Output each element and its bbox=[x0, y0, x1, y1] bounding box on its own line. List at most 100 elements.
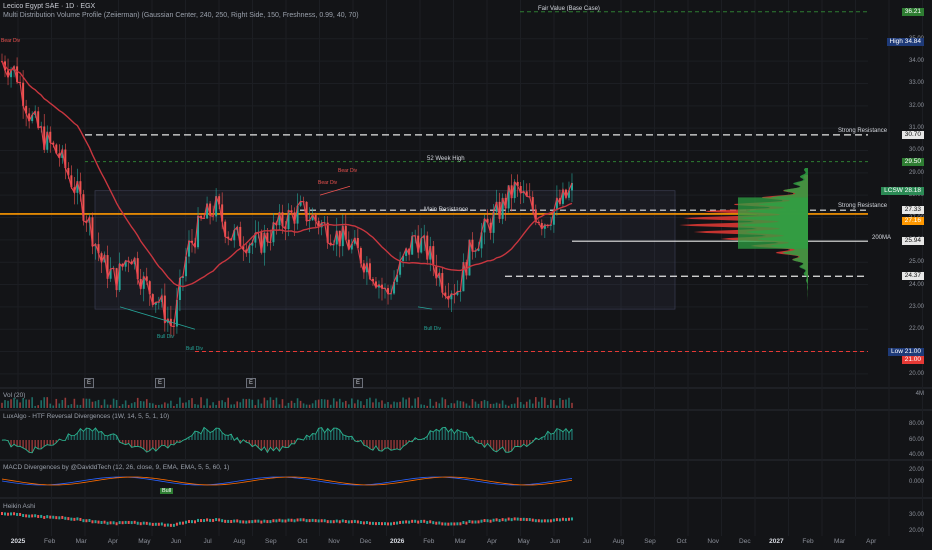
heikin-ashi-candle bbox=[293, 519, 296, 523]
heikin-ashi-candle bbox=[405, 520, 408, 524]
heikin-ashi-candle bbox=[441, 522, 444, 526]
volume-bar bbox=[136, 397, 139, 408]
heikin-ashi-candle bbox=[411, 519, 414, 523]
volume-bar bbox=[82, 398, 85, 408]
volume-bar bbox=[311, 403, 314, 408]
volume-bar bbox=[124, 400, 127, 408]
volume-bar bbox=[396, 402, 398, 408]
heikin-ashi-candle bbox=[338, 520, 341, 524]
earnings-marker[interactable]: E bbox=[155, 378, 165, 388]
heikin-ashi-candle bbox=[323, 519, 326, 523]
heikin-ashi-candle bbox=[148, 522, 151, 526]
volume-bar bbox=[568, 397, 570, 408]
high-tag: High 34.84 bbox=[886, 38, 924, 47]
volume-bar bbox=[299, 400, 302, 408]
volume-bar bbox=[408, 397, 410, 408]
volume-bar bbox=[191, 398, 193, 408]
fair-value-label: Fair Value (Base Case) bbox=[538, 6, 600, 12]
earnings-marker[interactable]: E bbox=[353, 378, 363, 388]
price-axis-label: 32.00 bbox=[908, 102, 924, 109]
time-axis-label: Mar bbox=[75, 538, 87, 545]
volume-bar bbox=[103, 399, 106, 408]
main-resistance-label: Main Resistance bbox=[424, 207, 469, 213]
volume-bar bbox=[40, 400, 43, 408]
heikin-ashi-candle bbox=[341, 519, 344, 523]
heikin-ashi-candle bbox=[510, 518, 513, 522]
volume-bar bbox=[209, 405, 211, 408]
volume-bar bbox=[37, 405, 39, 408]
heikin-ashi-candle bbox=[374, 522, 377, 526]
volume-bar bbox=[345, 400, 347, 408]
heikin-ashi-candle bbox=[365, 521, 368, 525]
heikin-ashi-candle bbox=[221, 519, 224, 523]
bull-div-label: Bull Div bbox=[186, 346, 203, 352]
heikin-ashi-candle bbox=[181, 521, 184, 525]
volume-bar bbox=[501, 400, 504, 408]
volume-bar bbox=[197, 404, 199, 408]
volume-bar bbox=[245, 399, 248, 408]
heikin-ashi-candle bbox=[377, 522, 380, 526]
volume-bar bbox=[142, 401, 145, 408]
heikin-ashi-candle bbox=[570, 517, 573, 521]
volume-bar bbox=[284, 405, 287, 408]
heikin-ashi-candle bbox=[175, 522, 178, 526]
volume-bar bbox=[465, 403, 468, 408]
heikin-ashi-candle bbox=[561, 517, 564, 521]
volume-bar bbox=[348, 404, 350, 408]
price-axis[interactable]: 35.0034.0033.0032.0031.0030.0029.0028.00… bbox=[868, 0, 932, 550]
heikin-ashi-candle bbox=[139, 522, 142, 526]
volume-bar bbox=[278, 404, 281, 408]
week-high-tag: 29.50 bbox=[901, 157, 924, 166]
volume-bar bbox=[73, 398, 76, 408]
time-axis-label: 2025 bbox=[10, 538, 26, 545]
week-high-label: 52 Week High bbox=[427, 156, 465, 162]
volume-bar bbox=[10, 399, 12, 408]
time-axis-label: Oct bbox=[297, 538, 308, 545]
heikin-ashi-candle bbox=[272, 519, 275, 523]
heikin-ashi-candle bbox=[206, 518, 209, 522]
lux-axis-label: 20.00 bbox=[908, 467, 924, 473]
heikin-ashi-candle bbox=[10, 512, 13, 516]
heikin-ashi-candle bbox=[477, 520, 480, 524]
volume-bar bbox=[109, 404, 112, 408]
volume-bar bbox=[206, 398, 208, 408]
ma200-tag: 25.94 bbox=[901, 237, 924, 246]
volume-bar bbox=[25, 399, 27, 408]
heikin-ashi-candle bbox=[302, 518, 305, 522]
volume-bar bbox=[55, 398, 58, 408]
volume-bar bbox=[498, 403, 501, 408]
volume-bar bbox=[254, 405, 257, 408]
heikin-ashi-candle bbox=[127, 520, 130, 524]
volume-bar bbox=[483, 399, 486, 408]
macd-axis-label: 0.000 bbox=[908, 479, 924, 485]
heikin-ashi-candle bbox=[504, 518, 507, 522]
lux-axis-label: 80.00 bbox=[908, 421, 924, 427]
volume-bar bbox=[314, 400, 317, 408]
heikin-ashi-candle bbox=[519, 517, 522, 521]
volume-bar bbox=[290, 400, 293, 408]
heikin-ashi-candle bbox=[492, 518, 495, 522]
volume-bar bbox=[158, 404, 160, 408]
heikin-ashi-candle bbox=[187, 520, 190, 524]
heikin-ashi-candle bbox=[52, 515, 55, 519]
volume-bar bbox=[525, 401, 528, 408]
price-axis-label: 25.00 bbox=[908, 259, 924, 266]
volume-bar bbox=[85, 398, 88, 408]
volume-bar bbox=[456, 400, 459, 408]
volume-bar bbox=[453, 403, 456, 408]
volume-bar bbox=[447, 405, 450, 408]
volume-bar bbox=[34, 405, 36, 408]
volume-bar bbox=[64, 397, 67, 408]
bear-div-label: Bear Div bbox=[1, 38, 21, 44]
heikin-ashi-candle bbox=[212, 518, 215, 522]
volume-bar bbox=[468, 405, 471, 408]
chart-root[interactable]: Lecico Egypt SAE · 1D · EGX Multi Distri… bbox=[0, 0, 932, 550]
heikin-ashi-candle bbox=[178, 521, 181, 525]
earnings-marker[interactable]: E bbox=[246, 378, 256, 388]
volume-bar bbox=[296, 398, 299, 408]
heikin-ashi-candle bbox=[64, 516, 67, 520]
time-axis-label: Mar bbox=[454, 538, 466, 545]
earnings-marker[interactable]: E bbox=[84, 378, 94, 388]
volume-bar bbox=[381, 400, 383, 408]
time-axis-label: May bbox=[517, 538, 530, 545]
